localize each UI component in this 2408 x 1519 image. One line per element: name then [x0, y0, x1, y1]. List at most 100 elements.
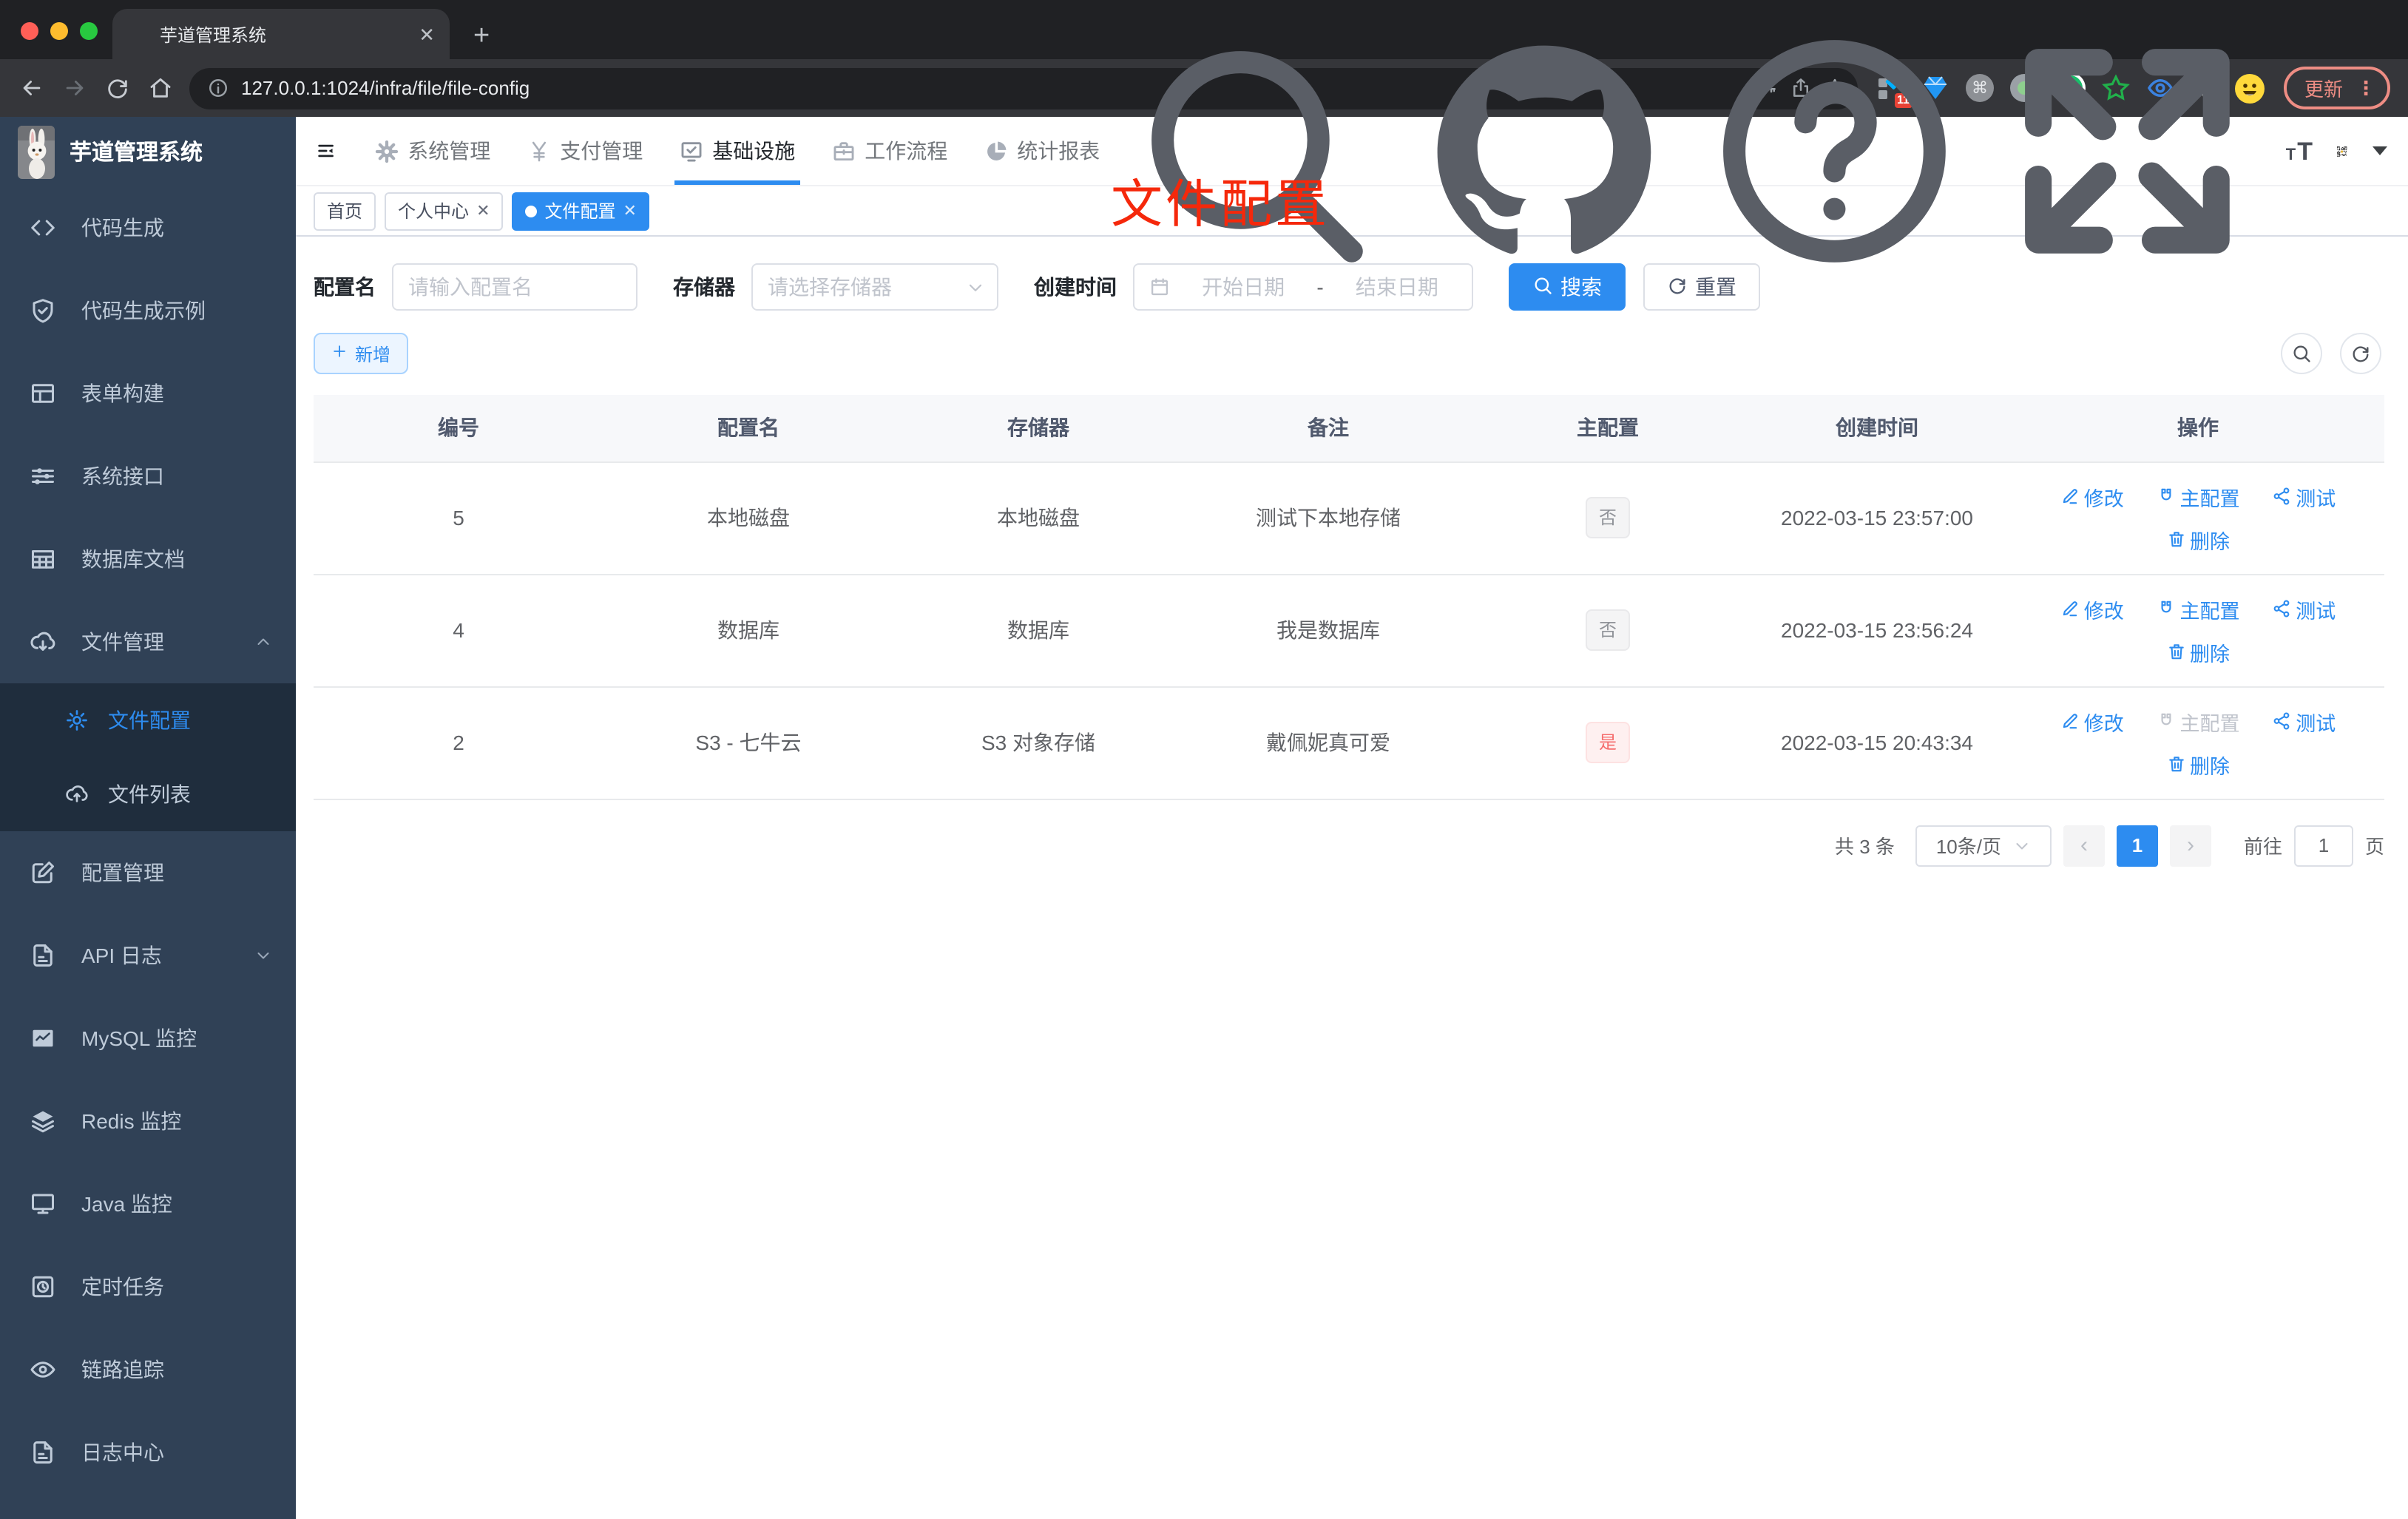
sidebar-item-label: 代码生成 [81, 216, 164, 240]
tag-1[interactable]: 个人中心 ✕ [385, 192, 504, 230]
config-name-label: 配置名 [314, 275, 376, 299]
back-icon[interactable] [12, 68, 52, 108]
nav-item-0[interactable]: 系统管理 [356, 117, 508, 185]
sidebar-subitem-label: 文件配置 [108, 708, 191, 732]
tab-close-icon[interactable]: ✕ [419, 24, 435, 44]
cloud-download-icon [30, 629, 56, 655]
test-action[interactable]: 测试 [2272, 481, 2336, 511]
next-page-button[interactable]: › [2169, 825, 2211, 866]
cell-name: 数据库 [603, 574, 893, 687]
storage-select[interactable]: 请选择存储器 [751, 263, 998, 311]
cell-id: 5 [314, 461, 603, 575]
user-dropdown-caret-icon[interactable] [2373, 146, 2387, 155]
sidebar-item-9[interactable]: Redis 监控 [0, 1080, 296, 1163]
sidebar-subitem-0[interactable]: 文件配置 [0, 683, 296, 757]
sidebar-item-2[interactable]: 表单构建 [0, 352, 296, 435]
chevron-down-icon [966, 277, 985, 297]
forward-icon[interactable] [55, 68, 95, 108]
sidebar-collapse-icon[interactable] [317, 136, 335, 166]
column-header: 编号 [314, 395, 603, 462]
nav-item-label: 统计报表 [1017, 139, 1100, 163]
sidebar-item-10[interactable]: Java 监控 [0, 1163, 296, 1245]
edit-action[interactable]: 修改 [2060, 594, 2124, 623]
tag-close-icon[interactable]: ✕ [623, 201, 637, 220]
create-time-label: 创建时间 [1034, 275, 1117, 299]
top-navbar: 系统管理 支付管理 基础设施 工作流程 统计报表 TT [296, 39, 2408, 263]
nav-item-1[interactable]: 支付管理 [508, 117, 660, 185]
cell-name: S3 - 七牛云 [603, 686, 893, 799]
nav-item-4[interactable]: 统计报表 [965, 117, 1117, 185]
page-size-select[interactable]: 10条/页 [1915, 825, 2052, 866]
reload-icon[interactable] [98, 68, 138, 108]
add-button[interactable]: 新增 [314, 333, 409, 374]
goto-page-input[interactable] [2293, 825, 2353, 866]
window-zoom-button[interactable] [80, 22, 98, 40]
config-name-input[interactable] [393, 275, 636, 299]
sidebar-item-label: 配置管理 [81, 861, 164, 884]
column-header: 创建时间 [1742, 395, 2012, 462]
sidebar-item-5[interactable]: 文件管理 [0, 601, 296, 683]
sidebar-item-label: 链路追踪 [81, 1358, 164, 1381]
sidebar-item-4[interactable]: 数据库文档 [0, 518, 296, 601]
edit-action[interactable]: 修改 [2060, 481, 2124, 511]
edit-action[interactable]: 修改 [2060, 706, 2124, 736]
master-tag: 否 [1585, 497, 1630, 538]
sidebar-item-1[interactable]: 代码生成示例 [0, 269, 296, 352]
cloud-upload-icon [65, 782, 89, 806]
test-action[interactable]: 测试 [2272, 706, 2336, 736]
search-icon[interactable] [1117, 18, 1384, 285]
sidebar-item-label: 系统接口 [81, 464, 164, 488]
window-close-button[interactable] [21, 22, 38, 40]
fontsize-icon[interactable]: TT [2286, 138, 2313, 163]
info-icon[interactable] [207, 77, 229, 99]
sidebar-item-13[interactable]: 日志中心 [0, 1411, 296, 1494]
browser-tab[interactable]: 芋道管理系统 ✕ [112, 9, 450, 59]
master-config-action[interactable]: 主配置 [2157, 706, 2240, 736]
window-controls [21, 22, 98, 40]
nav-item-3[interactable]: 工作流程 [813, 117, 965, 185]
goto-label: 前往 [2243, 836, 2282, 858]
sidebar-item-3[interactable]: 系统接口 [0, 435, 296, 518]
test-action[interactable]: 测试 [2272, 594, 2336, 623]
table-row: 4 数据库 数据库 我是数据库 否 2022-03-15 23:56:24 修改… [314, 574, 2384, 687]
master-config-action[interactable]: 主配置 [2157, 481, 2240, 511]
window-minimize-button[interactable] [50, 22, 68, 40]
sidebar-item-label: 表单构建 [81, 382, 164, 405]
prev-page-button[interactable]: ‹ [2063, 825, 2105, 866]
form-icon [30, 380, 56, 407]
nav-item-label: 基础设施 [712, 139, 796, 163]
code-icon [30, 214, 56, 241]
tab-title: 芋道管理系统 [160, 24, 267, 45]
table-refresh-icon[interactable] [2340, 333, 2381, 374]
master-config-action[interactable]: 主配置 [2157, 594, 2240, 623]
github-icon[interactable] [1410, 18, 1677, 285]
page-number-1[interactable]: 1 [2116, 825, 2158, 866]
delete-action[interactable]: 删除 [2166, 749, 2230, 779]
sidebar-subitem-1[interactable]: 文件列表 [0, 757, 296, 831]
delete-action[interactable]: 删除 [2166, 524, 2230, 554]
nav-item-2[interactable]: 基础设施 [660, 117, 813, 185]
sidebar-item-0[interactable]: 代码生成 [0, 186, 296, 269]
tag-close-icon[interactable]: ✕ [476, 201, 490, 220]
cell-master: 否 [1473, 574, 1742, 687]
sidebar-item-7[interactable]: API 日志 [0, 914, 296, 997]
user-avatar[interactable] [2337, 128, 2347, 174]
home-icon[interactable] [141, 68, 180, 108]
storage-label: 存储器 [673, 275, 735, 299]
sidebar-item-11[interactable]: 定时任务 [0, 1245, 296, 1328]
new-tab-button[interactable]: + [473, 22, 490, 50]
tag-label: 文件配置 [544, 201, 616, 222]
app-logo[interactable]: 芋道管理系统 [0, 117, 296, 186]
delete-action[interactable]: 删除 [2166, 637, 2230, 666]
sidebar-item-6[interactable]: 配置管理 [0, 831, 296, 914]
sidebar-item-12[interactable]: 链路追踪 [0, 1328, 296, 1411]
tag-0[interactable]: 首页 [314, 192, 376, 230]
logo-avatar [18, 125, 55, 178]
question-icon[interactable] [1702, 18, 1969, 285]
table-search-icon[interactable] [2281, 333, 2322, 374]
fullscreen-icon[interactable] [1994, 18, 2261, 285]
page-content: 配置名 存储器 请选择存储器 创建时间 [296, 237, 2408, 866]
tag-2[interactable]: 文件配置 ✕ [512, 192, 650, 230]
sidebar-item-8[interactable]: MySQL 监控 [0, 997, 296, 1080]
chart-icon [30, 1025, 56, 1052]
